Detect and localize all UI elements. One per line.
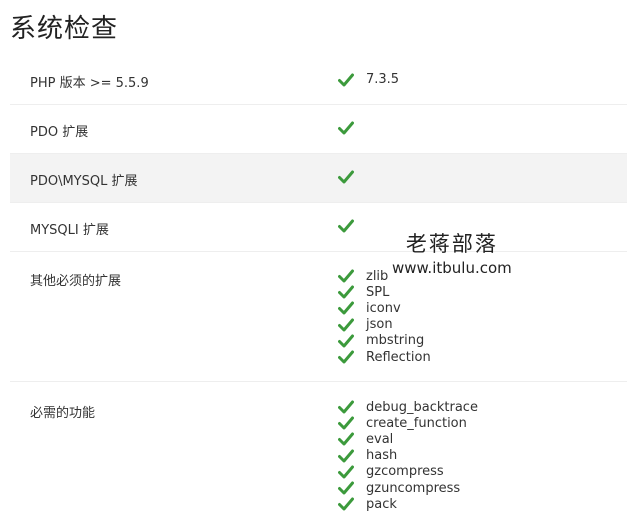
checkmark-icon (338, 350, 354, 364)
check-label: MYSQLI 扩展 (30, 223, 109, 238)
check-value-list: zlib SPL iconv json mbstring Reflection (338, 268, 431, 365)
checkmark-icon (338, 432, 354, 446)
checkmark-icon (338, 481, 354, 495)
extension-name: iconv (366, 300, 401, 316)
checkmark-icon (338, 301, 354, 315)
extension-name: zlib (366, 268, 389, 284)
checkmark-icon (338, 497, 354, 511)
watermark: 老蒋部落 www.itbulu.com (392, 228, 512, 277)
check-value (338, 219, 366, 233)
checkmark-icon (338, 400, 354, 414)
function-name: debug_backtrace (366, 399, 478, 415)
check-row-mysqli: MYSQLI 扩展 (10, 203, 627, 252)
checkmark-icon (338, 269, 354, 283)
function-name: gzcompress (366, 464, 444, 480)
list-item: Reflection (338, 349, 431, 365)
extension-name: mbstring (366, 333, 425, 349)
check-value-list: debug_backtrace create_function eval has… (338, 399, 478, 512)
check-value (338, 170, 366, 184)
check-label: PHP 版本 >= 5.5.9 (30, 76, 149, 91)
check-value (338, 121, 366, 135)
check-row-pdo-mysql: PDO\MYSQL 扩展 (10, 154, 627, 203)
list-item: debug_backtrace (338, 399, 478, 415)
check-label: PDO\MYSQL 扩展 (30, 174, 138, 189)
watermark-name: 老蒋部落 (405, 232, 498, 256)
list-item: create_function (338, 415, 478, 431)
checkmark-icon (338, 219, 354, 233)
checkmark-icon (338, 449, 354, 463)
check-label: PDO 扩展 (30, 125, 89, 140)
checkmark-icon (338, 465, 354, 479)
checkmark-icon (338, 285, 354, 299)
extension-name: Reflection (366, 349, 431, 365)
checkmark-icon (338, 73, 354, 87)
extension-name: SPL (366, 284, 390, 300)
function-name: create_function (366, 415, 467, 431)
list-item: iconv (338, 300, 431, 316)
list-item: pack (338, 496, 478, 512)
check-value-text: 7.3.5 (366, 72, 400, 87)
function-name: pack (366, 496, 397, 512)
check-label: 必需的功能 (30, 406, 96, 421)
checkmark-icon (338, 416, 354, 430)
checkmark-icon (338, 121, 354, 135)
page-title: 系统检查 (10, 14, 119, 44)
checkmark-icon (338, 334, 354, 348)
system-check-table: PHP 版本 >= 5.5.9 7.3.5 PDO 扩展 PDO\MYSQL 扩… (10, 56, 627, 532)
function-name: hash (366, 448, 398, 464)
check-row-other-extensions: 其他必须的扩展 zlib SPL iconv json mbstring Ref… (10, 252, 627, 382)
checkmark-icon (338, 318, 354, 332)
list-item: mbstring (338, 333, 431, 349)
function-name: eval (366, 431, 394, 447)
check-row-pdo: PDO 扩展 (10, 105, 627, 154)
extension-name: json (366, 317, 393, 333)
list-item: eval (338, 431, 478, 447)
watermark-url: www.itbulu.com (392, 259, 512, 277)
list-item: hash (338, 448, 478, 464)
list-item: gzuncompress (338, 480, 478, 496)
check-row-required-functions: 必需的功能 debug_backtrace create_function ev… (10, 382, 627, 532)
check-row-php-version: PHP 版本 >= 5.5.9 7.3.5 (10, 56, 627, 105)
checkmark-icon (338, 170, 354, 184)
check-label: 其他必须的扩展 (30, 274, 122, 289)
function-name: gzuncompress (366, 480, 461, 496)
list-item: gzcompress (338, 464, 478, 480)
list-item: SPL (338, 284, 431, 300)
check-value: 7.3.5 (338, 72, 399, 87)
list-item: json (338, 317, 431, 333)
